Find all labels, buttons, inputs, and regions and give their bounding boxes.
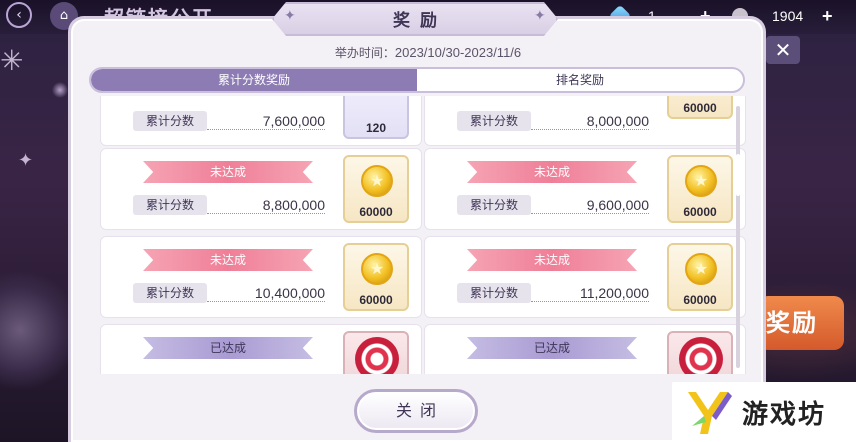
score-value: 8,000,000	[586, 113, 649, 129]
event-period: 举办时间：2023/10/30-2023/11/6	[0, 44, 856, 61]
title-sparkle-icon: ✦	[534, 8, 546, 24]
tab-cumulative-score[interactable]: 累计分数奖励	[91, 69, 417, 91]
score-value: 11,200,000	[579, 285, 649, 301]
rose-item-icon	[355, 337, 399, 374]
reward-quantity: 60000	[359, 293, 393, 307]
watermark: 游戏坊	[672, 382, 856, 442]
dotted-leader	[207, 129, 325, 130]
title-sparkle-icon: ✦	[284, 8, 296, 24]
close-button-label: 关闭	[395, 401, 444, 420]
reward-card: 累计分数 7,600,000 120	[100, 96, 422, 146]
coin-icon: ★	[361, 253, 393, 285]
period-value: 2023/10/30-2023/11/6	[394, 45, 522, 60]
reward-quantity: 60000	[359, 205, 393, 219]
reward-slot[interactable]: ★ 60000	[343, 243, 409, 311]
reward-quantity: 60000	[683, 205, 717, 219]
score-value: 8,800,000	[262, 197, 325, 213]
sparkle-decoration-icon: ✦	[18, 150, 34, 171]
score-label: 累计分数	[133, 283, 207, 303]
resource-2-add-button[interactable]: +	[822, 6, 833, 26]
dotted-leader	[531, 213, 649, 214]
reward-card: 未达成 累计分数 11,200,000 ★ 60000	[424, 236, 746, 318]
coin-icon: ★	[685, 253, 717, 285]
dotted-leader	[531, 301, 649, 302]
score-value: 10,400,000	[254, 285, 325, 301]
dotted-leader	[207, 301, 325, 302]
rose-item-icon	[679, 337, 723, 374]
score-label: 累计分数	[457, 283, 531, 303]
dotted-leader	[531, 129, 649, 130]
score-label: 累计分数	[133, 195, 207, 215]
resource-2-value: 1904	[772, 8, 804, 24]
watermark-logo-icon	[688, 392, 732, 434]
close-button[interactable]: 关闭	[354, 389, 478, 433]
reward-card: 已达成	[424, 324, 746, 374]
modal-title-plate: 奖励	[272, 2, 558, 36]
reward-card: 未达成 累计分数 9,600,000 ★ 60000	[424, 148, 746, 230]
reward-card: 累计分数 8,000,000 ★ 60000	[424, 96, 746, 146]
status-ribbon: 未达成	[143, 161, 313, 183]
background-reward-button[interactable]: 奖励	[758, 296, 844, 350]
coin-icon: ★	[361, 165, 393, 197]
status-ribbon: 未达成	[467, 249, 637, 271]
reward-tabs: 累计分数奖励 排名奖励	[89, 67, 745, 93]
dotted-leader	[207, 213, 325, 214]
reward-slot[interactable]	[667, 331, 733, 374]
reward-slot[interactable]: ★ 60000	[667, 243, 733, 311]
back-icon[interactable]: ‹	[6, 2, 32, 28]
reward-quantity: 120	[365, 121, 387, 135]
score-label: 累计分数	[133, 111, 207, 131]
coin-icon: ★	[685, 165, 717, 197]
reward-card: 未达成 累计分数 8,800,000 ★ 60000	[100, 148, 422, 230]
status-ribbon: 未达成	[467, 161, 637, 183]
period-label: 举办时间：	[334, 46, 395, 60]
tab-ranking[interactable]: 排名奖励	[417, 69, 743, 91]
score-value: 9,600,000	[586, 197, 649, 213]
list-scrollbar[interactable]	[736, 106, 740, 368]
reward-card: 已达成	[100, 324, 422, 374]
modal-title: 奖励	[393, 11, 447, 31]
watermark-text: 游戏坊	[742, 400, 827, 430]
reward-quantity: 60000	[683, 293, 717, 307]
reward-slot[interactable]: ★ 60000	[667, 155, 733, 223]
reward-list[interactable]: 累计分数 7,600,000 120 累计分数 8,000,000 ★ 6000…	[86, 96, 746, 374]
status-ribbon: 已达成	[143, 337, 313, 359]
scrollbar-thumb[interactable]	[736, 154, 740, 196]
score-label: 累计分数	[457, 111, 531, 131]
reward-slot[interactable]	[343, 331, 409, 374]
reward-card: 未达成 累计分数 10,400,000 ★ 60000	[100, 236, 422, 318]
reward-slot[interactable]: 120	[343, 96, 409, 139]
reward-slot[interactable]: ★ 60000	[343, 155, 409, 223]
reward-quantity: 60000	[683, 101, 717, 115]
reward-slot[interactable]: ★ 60000	[667, 96, 733, 119]
score-value: 7,600,000	[262, 113, 325, 129]
status-ribbon: 已达成	[467, 337, 637, 359]
status-ribbon: 未达成	[143, 249, 313, 271]
score-label: 累计分数	[457, 195, 531, 215]
